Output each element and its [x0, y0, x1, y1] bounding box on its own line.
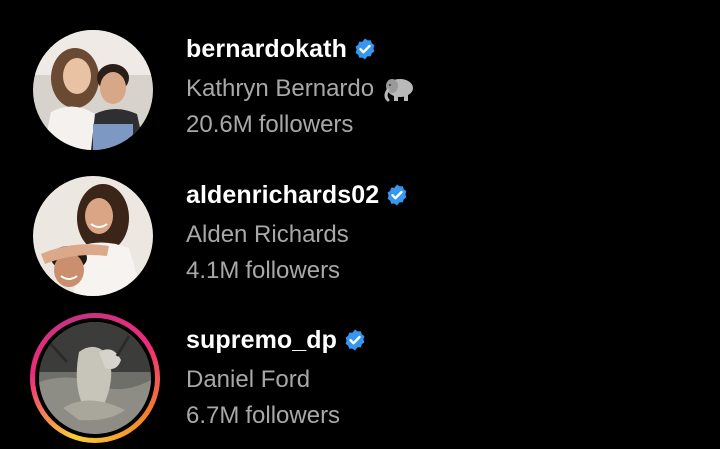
account-info: aldenrichards02 Alden Richards 4.1M foll… [186, 178, 409, 286]
account-info: supremo_dp Daniel Ford 6.7M followers [186, 323, 367, 431]
full-name-line: Daniel Ford [186, 365, 367, 395]
followers-count: 20.6M [186, 111, 253, 138]
followers-count: 6.7M [186, 402, 240, 429]
full-name: Kathryn Bernardo [186, 75, 375, 102]
followers-label: followers [245, 257, 341, 284]
full-name: Alden Richards [186, 221, 349, 248]
avatar[interactable] [33, 30, 153, 150]
account-info: bernardokath Kathryn Bernardo 20.6M foll… [186, 32, 418, 140]
account-row-bernardokath[interactable]: bernardokath Kathryn Bernardo 20.6M foll… [0, 18, 720, 158]
avatar[interactable] [39, 322, 151, 434]
handle-line: aldenrichards02 [186, 178, 409, 212]
account-row-supremo-dp[interactable]: supremo_dp Daniel Ford 6.7M followers [0, 309, 720, 449]
account-row-aldenrichards02[interactable]: aldenrichards02 Alden Richards 4.1M foll… [0, 164, 720, 304]
avatar[interactable] [33, 176, 153, 296]
verified-badge-icon [355, 38, 375, 60]
full-name-line: Alden Richards [186, 220, 409, 250]
verified-badge-icon [345, 329, 365, 351]
username[interactable]: bernardokath [186, 35, 347, 64]
handle-line: bernardokath [186, 32, 418, 66]
avatar-photo-couple [33, 30, 153, 150]
elephant-icon [384, 79, 414, 102]
followers-label: followers [258, 111, 354, 138]
avatar-frame[interactable] [33, 30, 153, 150]
followers-label: followers [245, 402, 341, 429]
avatar-photo-couple [33, 176, 153, 296]
avatar-photo-artwork [39, 322, 151, 434]
username[interactable]: supremo_dp [186, 326, 337, 355]
story-ring[interactable] [30, 313, 160, 443]
account-list: bernardokath Kathryn Bernardo 20.6M foll… [0, 0, 720, 446]
verified-badge-icon [387, 184, 407, 206]
avatar-frame[interactable] [33, 176, 153, 296]
followers-line: 20.6M followers [186, 110, 418, 140]
full-name: Daniel Ford [186, 366, 311, 393]
followers-count: 4.1M [186, 257, 240, 284]
handle-line: supremo_dp [186, 323, 367, 357]
full-name-line: Kathryn Bernardo [186, 74, 418, 104]
username[interactable]: aldenrichards02 [186, 181, 379, 210]
followers-line: 6.7M followers [186, 401, 367, 431]
followers-line: 4.1M followers [186, 256, 409, 286]
